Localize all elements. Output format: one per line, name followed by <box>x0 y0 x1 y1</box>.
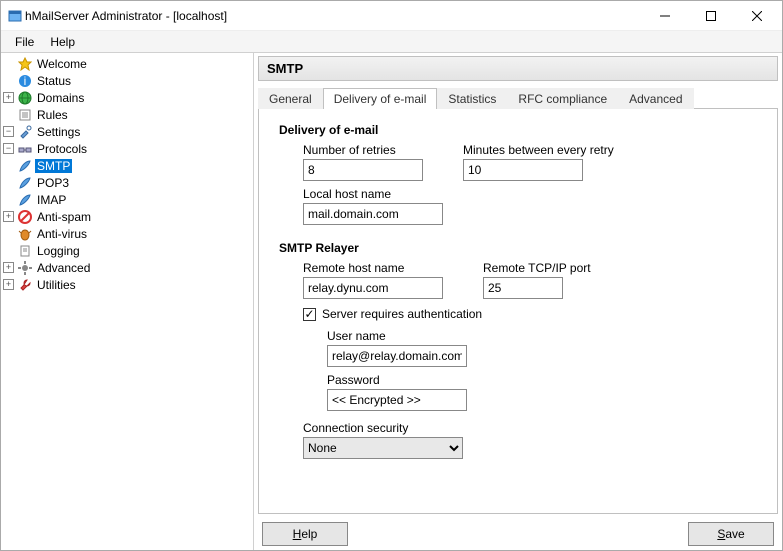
input-username[interactable] <box>327 345 467 367</box>
tree-domains[interactable]: +Domains <box>1 89 253 106</box>
tab-general[interactable]: General <box>258 88 323 109</box>
tree-antivirus[interactable]: Anti-virus <box>1 225 253 242</box>
checkbox-auth[interactable]: ✓ <box>303 308 316 321</box>
section-delivery: Delivery of e-mail <box>279 123 757 137</box>
save-button[interactable]: Save <box>688 522 774 546</box>
window-controls <box>642 1 780 31</box>
input-retries[interactable] <box>303 159 423 181</box>
app-icon <box>7 8 23 24</box>
footer: Help Save <box>258 514 778 546</box>
feather-icon <box>17 192 33 208</box>
tree-pane: Welcome iStatus +Domains Rules −Settings… <box>1 53 254 550</box>
rules-icon <box>17 107 33 123</box>
input-remote-port[interactable] <box>483 277 563 299</box>
expander-icon[interactable]: + <box>3 92 14 103</box>
tab-rfc[interactable]: RFC compliance <box>507 88 618 109</box>
tab-strip: General Delivery of e-mail Statistics RF… <box>258 87 778 109</box>
expander-icon[interactable]: + <box>3 211 14 222</box>
window-title: hMailServer Administrator - [localhost] <box>25 9 642 23</box>
tree-imap[interactable]: IMAP <box>1 191 253 208</box>
app-window: hMailServer Administrator - [localhost] … <box>0 0 783 551</box>
log-icon <box>17 243 33 259</box>
menubar: File Help <box>1 31 782 53</box>
feather-icon <box>17 175 33 191</box>
expander-icon[interactable]: − <box>3 143 14 154</box>
tree-logging[interactable]: Logging <box>1 242 253 259</box>
tree-smtp[interactable]: SMTP <box>1 157 253 174</box>
label-localhost: Local host name <box>303 187 757 201</box>
section-relayer: SMTP Relayer <box>279 241 757 255</box>
tree-status[interactable]: iStatus <box>1 72 253 89</box>
titlebar: hMailServer Administrator - [localhost] <box>1 1 782 31</box>
label-auth: Server requires authentication <box>322 307 482 321</box>
svg-text:i: i <box>24 74 27 88</box>
tree-rules[interactable]: Rules <box>1 106 253 123</box>
tree-advanced[interactable]: +Advanced <box>1 259 253 276</box>
tools-icon <box>17 124 33 140</box>
minimize-button[interactable] <box>642 1 688 31</box>
feather-icon <box>17 158 33 174</box>
tree-settings[interactable]: −Settings <box>1 123 253 140</box>
wrench-icon <box>17 277 33 293</box>
menu-help[interactable]: Help <box>42 33 83 51</box>
tree-antispam[interactable]: +Anti-spam <box>1 208 253 225</box>
label-remote-port: Remote TCP/IP port <box>483 261 591 275</box>
input-localhost[interactable] <box>303 203 443 225</box>
star-icon <box>17 56 33 72</box>
block-icon <box>17 209 33 225</box>
label-password: Password <box>327 373 757 387</box>
tree-pop3[interactable]: POP3 <box>1 174 253 191</box>
input-password[interactable] <box>327 389 467 411</box>
gear-icon <box>17 260 33 276</box>
tab-statistics[interactable]: Statistics <box>437 88 507 109</box>
tree-protocols[interactable]: −Protocols <box>1 140 253 157</box>
label-minutes: Minutes between every retry <box>463 143 614 157</box>
protocols-icon <box>17 141 33 157</box>
label-retries: Number of retries <box>303 143 423 157</box>
main-body: Welcome iStatus +Domains Rules −Settings… <box>1 53 782 550</box>
label-connsec: Connection security <box>303 421 757 435</box>
nav-tree: Welcome iStatus +Domains Rules −Settings… <box>1 55 253 293</box>
label-remote-host: Remote host name <box>303 261 443 275</box>
input-remote-host[interactable] <box>303 277 443 299</box>
close-button[interactable] <box>734 1 780 31</box>
globe-icon <box>17 90 33 106</box>
bug-icon <box>17 226 33 242</box>
help-button[interactable]: Help <box>262 522 348 546</box>
expander-icon[interactable]: + <box>3 279 14 290</box>
label-username: User name <box>327 329 757 343</box>
expander-icon[interactable]: + <box>3 262 14 273</box>
menu-file[interactable]: File <box>7 33 42 51</box>
maximize-button[interactable] <box>688 1 734 31</box>
select-connsec[interactable]: None <box>303 437 463 459</box>
tab-advanced[interactable]: Advanced <box>618 88 693 109</box>
content-pane: SMTP General Delivery of e-mail Statisti… <box>254 53 782 550</box>
info-icon: i <box>17 73 33 89</box>
expander-icon[interactable]: − <box>3 126 14 137</box>
tree-utilities[interactable]: +Utilities <box>1 276 253 293</box>
tree-welcome[interactable]: Welcome <box>1 55 253 72</box>
panel-title: SMTP <box>258 56 778 81</box>
input-minutes[interactable] <box>463 159 583 181</box>
tab-body: Delivery of e-mail Number of retries Min… <box>258 109 778 514</box>
tab-delivery[interactable]: Delivery of e-mail <box>323 88 438 109</box>
